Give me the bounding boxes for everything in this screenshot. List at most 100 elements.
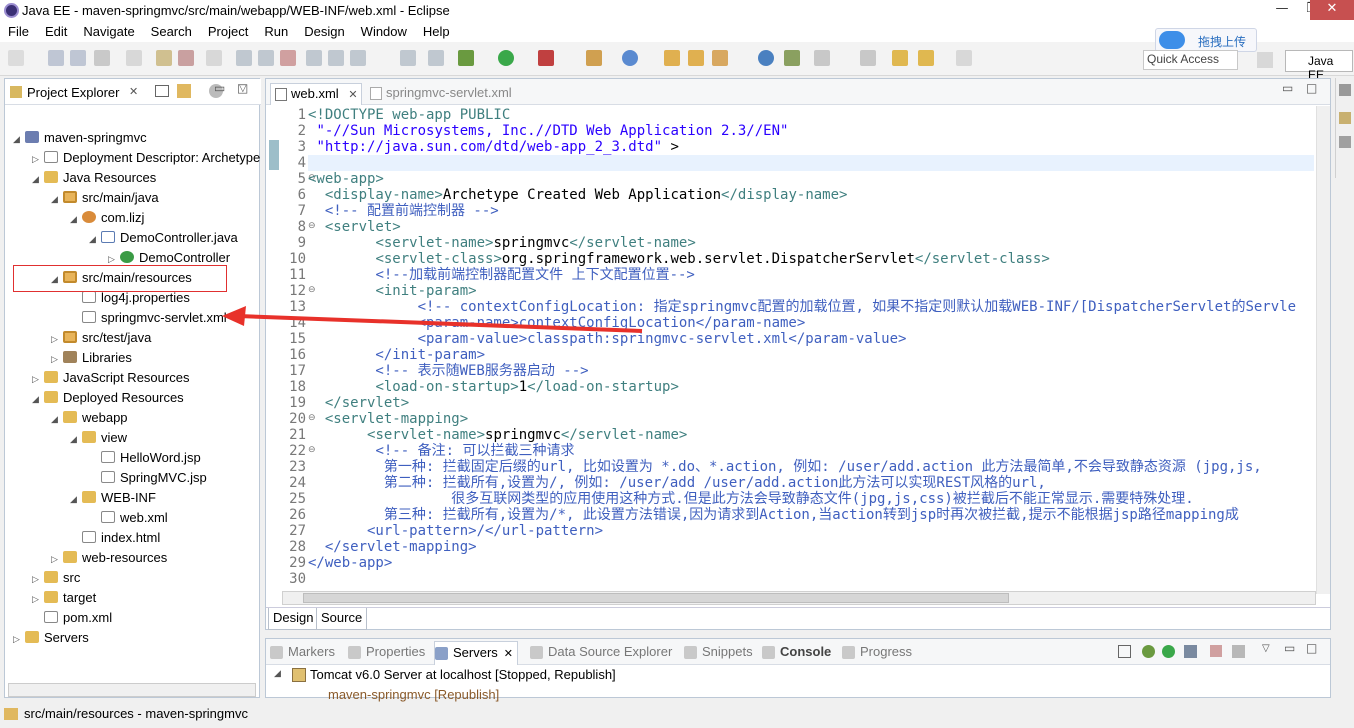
open-perspective-icon[interactable] (1257, 52, 1273, 68)
menu-search[interactable]: Search (143, 22, 200, 42)
console-icon[interactable] (206, 50, 222, 66)
open-folder-icon[interactable] (664, 50, 680, 66)
tree-item[interactable]: web.xml (89, 508, 168, 528)
quick-access-field[interactable]: Quick Access (1143, 50, 1238, 70)
code-line[interactable] (308, 155, 1314, 171)
code-line[interactable]: 第二种: 拦截所有,设置为/, 例如: /user/add /user/add.… (308, 475, 1046, 491)
suspend-icon[interactable] (258, 50, 274, 66)
profile-server-icon[interactable] (1184, 645, 1197, 658)
code-line[interactable]: <!-- 表示随WEB服务器启动 --> (308, 363, 588, 379)
tab-progress[interactable]: Progress (842, 644, 912, 659)
outline-icon[interactable] (1339, 112, 1351, 124)
start-server-icon[interactable] (1162, 645, 1175, 658)
expanded-arrow-icon[interactable]: ◢ (70, 209, 82, 229)
tree-item[interactable]: ▷ JavaScript Resources (32, 368, 189, 388)
code-line[interactable]: <web-app> (308, 171, 384, 187)
server-row[interactable]: Tomcat v6.0 Server at localhost [Stopped… (310, 667, 616, 682)
restore-icon[interactable] (1339, 84, 1351, 96)
tree-item[interactable]: ◢ webapp (51, 408, 128, 428)
external-tools-icon[interactable] (538, 50, 554, 66)
new-java-project-icon[interactable] (586, 50, 602, 66)
open-type-icon[interactable] (156, 50, 172, 66)
code-line[interactable]: <!-- 备注: 可以拦截三种请求 (308, 443, 574, 459)
tree-item[interactable]: ◢ Deployed Resources (32, 388, 184, 408)
collapsed-arrow-icon[interactable]: ▷ (32, 569, 44, 589)
tree-item[interactable]: ▷ Servers (13, 628, 89, 648)
terminate-icon[interactable] (280, 50, 296, 66)
tree-item[interactable]: ▷ src (32, 568, 80, 588)
collapsed-arrow-icon[interactable]: ▷ (51, 549, 63, 569)
save-icon[interactable] (48, 50, 64, 66)
tree-item[interactable]: SpringMVC.jsp (89, 468, 207, 488)
tab-design[interactable]: Design (268, 608, 319, 630)
last-edit-icon[interactable] (892, 50, 908, 66)
code-line[interactable]: <servlet> (308, 219, 401, 235)
menu-edit[interactable]: Edit (37, 22, 75, 42)
tree-item[interactable]: ◢ com.lizj (70, 208, 144, 228)
tree-item[interactable]: ▷ Deployment Descriptor: Archetype (32, 148, 260, 168)
explorer-horizontal-scrollbar[interactable] (8, 683, 256, 697)
perspective-java-ee[interactable]: Java EE (1285, 50, 1353, 82)
code-line[interactable]: <param-value>classpath:springmvc-servlet… (308, 331, 907, 347)
step-return-icon[interactable] (350, 50, 366, 66)
close-tab-icon[interactable]: ✕ (504, 648, 513, 660)
code-line[interactable]: <!DOCTYPE web-app PUBLIC (308, 107, 510, 123)
maximize-view-icon[interactable]: □ (1306, 641, 1317, 655)
collapsed-arrow-icon[interactable]: ▷ (32, 369, 44, 389)
tab-console[interactable]: Console (762, 644, 831, 659)
tab-springmvc-servlet-xml[interactable]: springmvc-servlet.xml (366, 83, 536, 105)
code-line[interactable]: </web-app> (308, 555, 392, 571)
tab-data-source-explorer[interactable]: Data Source Explorer (530, 644, 672, 659)
code-line[interactable]: </servlet-mapping> (308, 539, 477, 555)
code-line[interactable]: <servlet-mapping> (308, 411, 468, 427)
debug-icon[interactable] (458, 50, 474, 66)
tab-source[interactable]: Source (316, 608, 368, 630)
code-editor[interactable]: <!DOCTYPE web-app PUBLIC "-//Sun Microsy… (308, 106, 1314, 594)
new-icon[interactable] (8, 50, 24, 66)
expanded-arrow-icon[interactable]: ◢ (51, 409, 63, 429)
tree-item[interactable]: index.html (70, 528, 160, 548)
collapsed-arrow-icon[interactable]: ▷ (32, 149, 44, 169)
upload-button[interactable]: 拖拽上传 (1155, 28, 1257, 52)
close-tab-icon[interactable]: ✕ (348, 89, 357, 101)
collapsed-arrow-icon[interactable]: ▷ (51, 329, 63, 349)
code-line[interactable]: <!--加载前端控制器配置文件 上下文配置位置--> (308, 267, 694, 283)
tree-item[interactable]: pom.xml (32, 608, 112, 628)
close-button[interactable]: ✕ (1310, 0, 1354, 20)
menu-project[interactable]: Project (200, 22, 256, 42)
editor-vertical-scrollbar[interactable] (1316, 106, 1330, 594)
expanded-arrow-icon[interactable]: ◢ (51, 189, 63, 209)
collapsed-arrow-icon[interactable]: ▷ (51, 349, 63, 369)
link-editor-icon[interactable] (177, 84, 191, 98)
tree-item[interactable]: ◢ src/main/java (51, 188, 159, 208)
editor-horizontal-scrollbar[interactable] (282, 591, 1316, 605)
collapse-all-icon[interactable] (155, 85, 169, 97)
maximize-editor-icon[interactable]: □ (1306, 81, 1317, 95)
code-line[interactable]: 第三种: 拦截所有,设置为/*, 此设置方法错误,因为请求到Action,当ac… (308, 507, 1239, 523)
code-line[interactable]: </servlet> (308, 395, 409, 411)
module-row[interactable]: maven-springmvc [Republish] (328, 687, 499, 702)
step-into-icon[interactable] (306, 50, 322, 66)
minimize-view-icon[interactable]: ▭ (214, 81, 225, 95)
tree-item[interactable]: ▷ web-resources (51, 548, 167, 568)
search-tool-icon[interactable] (712, 50, 728, 66)
tree-item[interactable]: ▷ target (32, 588, 96, 608)
view-menu-icon[interactable]: ▽ (1262, 643, 1270, 654)
new-class-icon[interactable] (622, 50, 638, 66)
use-step-filters-icon[interactable] (428, 50, 444, 66)
code-line[interactable]: <servlet-name>springmvc</servlet-name> (308, 235, 695, 251)
open-resource-icon[interactable] (178, 50, 194, 66)
menu-file[interactable]: File (0, 22, 37, 42)
tab-properties[interactable]: Properties (348, 644, 425, 659)
tree-item[interactable]: ◢ DemoController.java (89, 228, 238, 248)
collapsed-arrow-icon[interactable]: ▷ (13, 629, 25, 649)
tree-item[interactable]: ▷ Libraries (51, 348, 132, 368)
step-over-icon[interactable] (328, 50, 344, 66)
expanded-arrow-icon[interactable]: ◢ (70, 429, 82, 449)
globe-icon[interactable] (758, 50, 774, 66)
print-icon[interactable] (94, 50, 110, 66)
maximize-view-icon[interactable]: □ (237, 81, 248, 95)
resume-icon[interactable] (236, 50, 252, 66)
tree-item[interactable]: springmvc-servlet.xml (70, 308, 227, 328)
menu-run[interactable]: Run (256, 22, 296, 42)
